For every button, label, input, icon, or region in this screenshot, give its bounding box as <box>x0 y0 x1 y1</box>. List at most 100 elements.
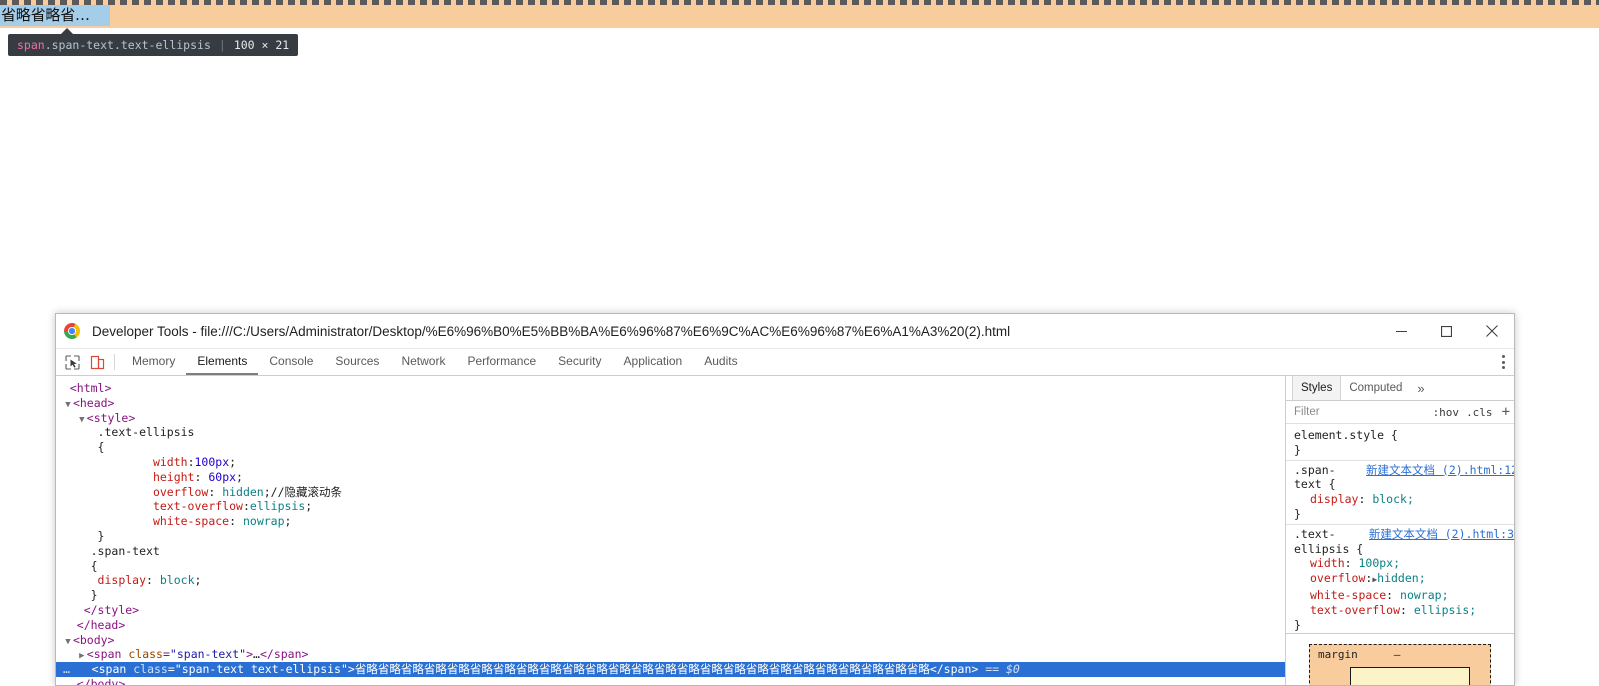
dom-line-css-overflow[interactable]: overflow: hidden;//隐藏滚动条 <box>56 485 1285 500</box>
more-options-icon[interactable] <box>1502 355 1505 369</box>
style-prop-overflow[interactable]: overflow:▶hidden; <box>1294 571 1510 588</box>
rule-selector-span-text[interactable]: .span- <box>1294 463 1336 477</box>
tab-sources[interactable]: Sources <box>324 349 390 375</box>
maximize-button[interactable] <box>1424 314 1469 349</box>
rule-separator-2 <box>1286 523 1514 525</box>
rule-close-span-text: } <box>1294 506 1301 521</box>
dom-line-css-height[interactable]: height: 60px; <box>56 470 1285 485</box>
style-prop-text-overflow-value[interactable]: ellipsis; <box>1414 603 1476 617</box>
styles-filter-row: Filter :hov .cls + <box>1286 401 1514 424</box>
dom-line-head-close[interactable]: </head> <box>56 618 1285 633</box>
toggle-element-classes-button[interactable]: .cls <box>1466 406 1493 419</box>
style-rules-list: element.style { } .span- 新建文本文档 (2).html… <box>1286 424 1514 633</box>
tooltip-dimensions: 100 × 21 <box>233 38 290 52</box>
style-prop-overflow-value[interactable]: hidden; <box>1377 571 1425 585</box>
dom-line-head[interactable]: ▼ <head> <box>56 396 1285 411</box>
dom-tag-body: <body> <box>72 632 115 647</box>
tab-console[interactable]: Console <box>258 349 324 375</box>
rule-header-span-text: .span- 新建文本文档 (2).html:12 <box>1294 463 1514 478</box>
inspect-element-icon[interactable] <box>64 354 81 371</box>
dom-line-style[interactable]: ▼ <style> <box>56 411 1285 426</box>
css-prop-text-overflow: text-overflow <box>152 499 243 514</box>
dom-line-brace-open-2[interactable]: { <box>56 559 1285 574</box>
style-rule-element-style[interactable]: element.style { } <box>1286 428 1514 458</box>
dom-line-css-width[interactable]: width:100px; <box>56 455 1285 470</box>
dom-line-brace-close-1[interactable]: } <box>56 529 1285 544</box>
rule-selector-span-text-cont: text { <box>1294 477 1336 492</box>
dom-line-css-text-overflow[interactable]: text-overflow:ellipsis; <box>56 499 1285 514</box>
dom-selected-ref-label: == $0 <box>985 662 1020 677</box>
device-toolbar-icon[interactable] <box>89 354 106 371</box>
styles-more-tabs-icon[interactable]: » <box>1410 376 1431 400</box>
rule-header-text-ellipsis: .text- 新建文本文档 (2).html:3 <box>1294 527 1514 542</box>
tab-elements[interactable]: Elements <box>186 349 259 375</box>
tooltip-tag-name: span <box>17 38 45 52</box>
box-model-margin[interactable]: margin – <box>1309 644 1491 685</box>
css-value-white-space: nowrap <box>242 514 285 529</box>
styles-filter-input[interactable]: Filter <box>1294 406 1320 418</box>
tab-application[interactable]: Application <box>613 349 694 375</box>
style-rule-span-text[interactable]: .span- 新建文本文档 (2).html:12 text { display… <box>1286 463 1514 522</box>
dom-tag-span-2: span <box>98 662 127 677</box>
box-model-border[interactable] <box>1350 667 1470 685</box>
tooltip-arrow <box>60 28 74 35</box>
dom-line-brace-close-2[interactable]: } <box>56 588 1285 603</box>
expand-ellipsis-button[interactable]: … <box>63 662 71 677</box>
dom-line-css-display[interactable]: display: block; <box>56 573 1285 588</box>
tab-styles[interactable]: Styles <box>1292 376 1342 400</box>
dom-tree-panel[interactable]: <html> ▼ <head> ▼ <style> .text-ellipsis {… <box>56 376 1285 685</box>
tooltip-divider: | <box>218 38 226 52</box>
css-selector-span-text: .span-text <box>90 543 160 558</box>
rule-header-element-style: element.style { <box>1294 428 1510 443</box>
dom-text-node-span-2: 省略省略省略省略省略省略省略省略省略省略省略省略省略省略省略省略省略省略省略省略… <box>354 662 930 677</box>
margin-hatch-pattern <box>0 0 1599 5</box>
dom-attr-class-2: class <box>133 662 168 677</box>
rule-source-link-text-ellipsis[interactable]: 新建文本文档 (2).html:3 <box>1369 527 1514 542</box>
tab-security[interactable]: Security <box>547 349 612 375</box>
tab-audits[interactable]: Audits <box>693 349 748 375</box>
box-model-margin-value[interactable]: – <box>1394 648 1401 661</box>
element-content-overlay[interactable]: 省略省略省… <box>0 5 110 26</box>
dom-tag-span-1: span <box>93 647 122 662</box>
dom-line-body[interactable]: ▼ <body> <box>56 633 1285 648</box>
dom-line-brace-open-1[interactable]: { <box>56 440 1285 455</box>
rule-selector-element-style[interactable]: element.style { <box>1294 428 1398 442</box>
dom-line-span-1[interactable]: ▶ <span class="span-text">…</span> <box>56 647 1285 662</box>
dom-line-css-white-space[interactable]: white-space: nowrap; <box>56 514 1285 529</box>
style-prop-width-value[interactable]: 100px; <box>1358 556 1400 570</box>
style-prop-white-space-value[interactable]: nowrap; <box>1400 588 1448 602</box>
highlighted-span-text: 省略省略省… <box>1 6 90 24</box>
css-brace-open-2: { <box>90 558 98 573</box>
styles-tabstrip: Styles Computed » <box>1286 376 1514 401</box>
panel-tabs: Memory Elements Console Sources Network … <box>121 349 749 375</box>
dom-line-style-close[interactable]: </style> <box>56 603 1285 618</box>
tab-computed[interactable]: Computed <box>1341 376 1410 400</box>
style-prop-display-value[interactable]: block; <box>1372 492 1414 506</box>
style-rule-text-ellipsis[interactable]: .text- 新建文本文档 (2).html:3 ellipsis { widt… <box>1286 527 1514 633</box>
tab-memory[interactable]: Memory <box>121 349 186 375</box>
dom-line-span-2-selected[interactable]: … <span class="span-text text-ellipsis">… <box>56 662 1285 677</box>
dom-tag-span-2-close: </span> <box>929 662 979 677</box>
dom-tag-head-close: </head> <box>76 617 126 632</box>
style-prop-white-space[interactable]: white-space: nowrap; <box>1294 588 1510 603</box>
new-style-rule-button[interactable]: + <box>1500 404 1510 420</box>
dom-line-css-selector-2[interactable]: .span-text <box>56 544 1285 559</box>
devtools-window: Developer Tools - file:///C:/Users/Admin… <box>55 313 1515 686</box>
close-button[interactable] <box>1469 314 1514 349</box>
style-prop-display-name: display <box>1310 492 1359 507</box>
devtools-titlebar[interactable]: Developer Tools - file:///C:/Users/Admin… <box>56 314 1514 349</box>
rule-selector-text-ellipsis[interactable]: .text- <box>1294 527 1336 541</box>
styles-panel: Styles Computed » Filter :hov .cls + ele… <box>1286 376 1514 685</box>
dom-line-body-close[interactable]: </body> <box>56 677 1285 685</box>
style-prop-display[interactable]: display: block; <box>1294 492 1510 507</box>
style-prop-text-overflow[interactable]: text-overflow: ellipsis; <box>1294 603 1510 618</box>
tab-network[interactable]: Network <box>390 349 456 375</box>
dom-line-css-selector-1[interactable]: .text-ellipsis <box>56 425 1285 440</box>
rule-source-link-span-text[interactable]: 新建文本文档 (2).html:12 <box>1366 463 1514 478</box>
minimize-button[interactable] <box>1379 314 1424 349</box>
dom-line-html[interactable]: <html> <box>56 381 1285 396</box>
style-prop-width[interactable]: width: 100px; <box>1294 556 1510 571</box>
tab-performance[interactable]: Performance <box>456 349 547 375</box>
css-value-height: 60px <box>208 469 237 484</box>
toggle-pseudo-class-button[interactable]: :hov <box>1433 406 1460 419</box>
